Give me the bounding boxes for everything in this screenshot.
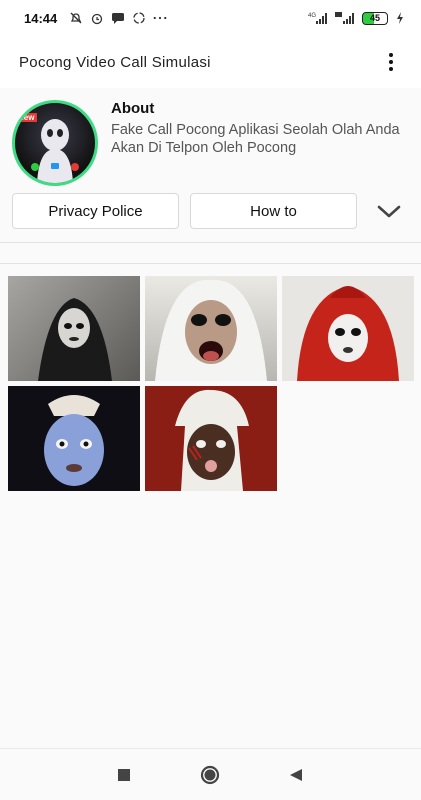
alarm-icon: [90, 11, 104, 25]
battery-indicator: 45: [362, 11, 388, 25]
sync-icon: [132, 11, 146, 25]
app-avatar: New: [12, 100, 98, 186]
gallery-thumb-3[interactable]: [282, 276, 414, 381]
triangle-back-icon[interactable]: [286, 765, 306, 785]
svg-text:4G: 4G: [308, 13, 316, 19]
status-bar: 14:44 4G 45: [0, 0, 421, 36]
signal-4g-icon: 4G: [308, 11, 330, 25]
about-title: About: [111, 100, 155, 117]
status-system-icons: 4G 45: [308, 11, 407, 25]
gallery-thumb-4[interactable]: [8, 386, 140, 491]
divider-top: [0, 242, 421, 243]
kebab-menu-icon[interactable]: [379, 48, 403, 76]
notification-muted-icon: [69, 11, 83, 25]
message-icon: [111, 11, 125, 25]
about-description: Fake Call Pocong Aplikasi Seolah Olah An…: [111, 122, 400, 156]
about-section: New About Fake Call Pocong Aplikasi Seol…: [0, 88, 421, 192]
app-bar: Pocong Video Call Simulasi: [0, 36, 421, 88]
charging-icon: [393, 11, 407, 25]
circle-home-icon[interactable]: [200, 765, 220, 785]
gallery-thumb-1[interactable]: [8, 276, 140, 381]
divider-bottom: [0, 263, 421, 264]
chevron-down-icon[interactable]: [374, 200, 404, 222]
signal-volte-icon: [335, 11, 357, 25]
app-title: Pocong Video Call Simulasi: [19, 53, 211, 71]
more-notifications-icon: [153, 11, 167, 25]
new-badge: New: [15, 113, 38, 122]
status-notification-icons: [69, 11, 167, 25]
square-recents-icon[interactable]: [114, 765, 134, 785]
navigation-bar: [0, 748, 421, 800]
how-to-button[interactable]: How to: [190, 193, 357, 229]
status-time: 14:44: [24, 10, 58, 26]
gallery-thumb-2[interactable]: [145, 276, 277, 381]
gallery-thumb-5[interactable]: [145, 386, 277, 491]
action-button-row: Privacy Police How to: [0, 192, 421, 232]
privacy-policy-button[interactable]: Privacy Police: [12, 193, 179, 229]
